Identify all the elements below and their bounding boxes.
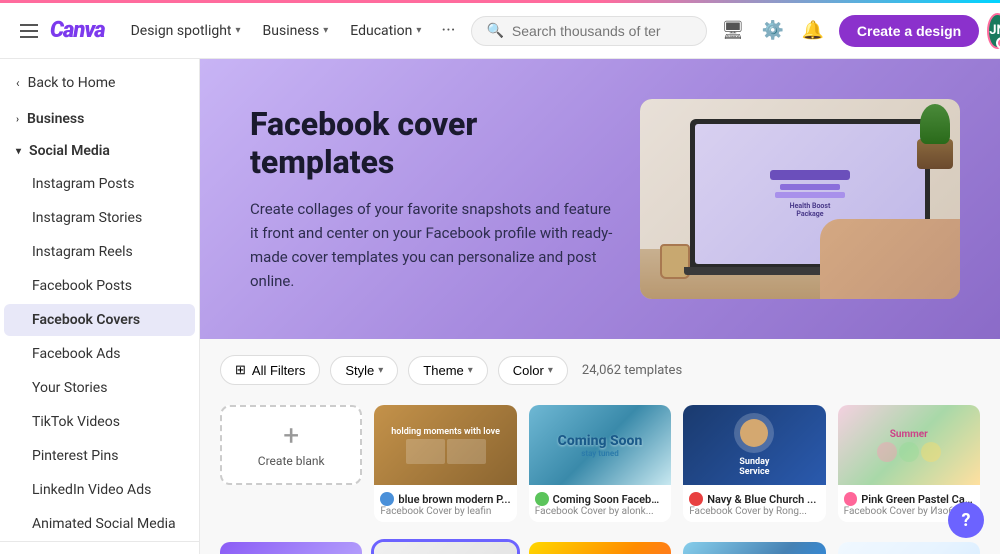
chevron-down-icon: ▾ [378,365,383,376]
sidebar-footer: 🗑 Trash [0,541,199,554]
provider-icon [535,492,549,506]
help-button[interactable]: ? [948,502,984,538]
nav-business[interactable]: Business ▾ [253,17,339,45]
sidebar-item-tiktok-videos[interactable]: TikTok Videos [4,406,195,438]
gear-icon-button[interactable]: ⚙️ [755,13,791,49]
sidebar-item-pinterest-pins[interactable]: Pinterest Pins [4,440,195,472]
template-card[interactable]: Hello Welcome - hello welcome to my page… [220,542,362,554]
monitor-icon-button[interactable]: 🖥 [715,13,751,49]
hamburger-menu[interactable] [16,20,42,42]
main-content: Facebook cover templates Create collages… [200,59,1000,554]
filter-bar: ⊞ All Filters Style ▾ Theme ▾ Color ▾ 24… [200,339,1000,393]
sidebar-item-your-stories[interactable]: Your Stories [4,372,195,404]
chevron-down-icon: ▾ [416,25,421,36]
sidebar-item-facebook-posts[interactable]: Facebook Posts [4,270,195,302]
template-count: 24,062 templates [582,363,682,378]
nav-more-button[interactable]: ··· [433,14,463,47]
template-card[interactable]: Coming Soon stay tuned Coming Soon Faceb… [529,405,671,522]
avatar[interactable]: JN [987,13,1000,49]
sidebar-item-social-media[interactable]: ▾ Social Media [0,135,199,167]
hero-description: Create collages of your favorite snapsho… [250,197,620,293]
hero-text: Facebook cover templates Create collages… [250,105,620,294]
nav-design-spotlight[interactable]: Design spotlight ▾ [121,17,251,45]
search-icon: 🔍 [486,23,503,39]
chevron-down-icon: ▾ [468,365,473,376]
template-card-selected[interactable]: Kam Chun Hui [374,542,516,554]
nav-education[interactable]: Education ▾ [340,17,431,45]
chevron-left-icon: ‹ [16,76,20,90]
canva-logo[interactable]: Canva [50,18,105,43]
chevron-down-icon: ▾ [16,146,21,157]
nav-icon-group: 🖥 ⚙️ 🔔 [715,13,831,49]
sidebar-item-instagram-stories[interactable]: Instagram Stories [4,202,195,234]
chevron-down-icon: ▾ [236,25,241,36]
color-filter-button[interactable]: Color ▾ [498,356,568,385]
chevron-down-icon: ▾ [323,25,328,36]
provider-icon [380,492,394,506]
sidebar-item-animated-social-media[interactable]: Animated Social Media [4,508,195,540]
bell-icon-button[interactable]: 🔔 [795,13,831,49]
search-bar[interactable]: 🔍 [471,16,706,46]
avatar-badge [996,37,1000,49]
template-grid-row1: + Create blank holding moments with love [200,393,1000,542]
chevron-down-icon: ▾ [548,365,553,376]
sidebar-item-facebook-covers[interactable]: Facebook Covers [4,304,195,336]
create-design-button[interactable]: Create a design [839,15,979,47]
nav-links: Design spotlight ▾ Business ▾ Education … [121,14,464,47]
sidebar-item-instagram-posts[interactable]: Instagram Posts [4,168,195,200]
sidebar: ‹ Back to Home › Business ▾ Social Media… [0,59,200,554]
provider-icon [844,492,858,506]
hero-section: Facebook cover templates Create collages… [200,59,1000,339]
chevron-right-icon: › [16,114,19,125]
sidebar-item-facebook-ads[interactable]: Facebook Ads [4,338,195,370]
template-card[interactable]: holding moments with love blue brown mod… [374,405,516,522]
hero-image: Health BoostPackage [640,99,960,299]
template-card[interactable]: SUMMER SALE UP TO 30% OFF [529,542,671,554]
template-card[interactable]: Welcome [838,542,980,554]
provider-icon [689,492,703,506]
template-grid-row2: Hello Welcome - hello welcome to my page… [200,542,1000,554]
theme-filter-button[interactable]: Theme ▾ [408,356,488,385]
sidebar-item-business[interactable]: › Business [0,103,199,135]
main-layout: ‹ Back to Home › Business ▾ Social Media… [0,59,1000,554]
plus-icon: + [283,422,299,450]
search-input[interactable] [512,23,692,39]
filter-icon: ⊞ [235,362,246,378]
all-filters-button[interactable]: ⊞ All Filters [220,355,320,385]
sidebar-item-instagram-reels[interactable]: Instagram Reels [4,236,195,268]
create-blank-card[interactable]: + Create blank [220,405,362,522]
top-navigation: Canva Design spotlight ▾ Business ▾ Educ… [0,3,1000,59]
hero-title: Facebook cover templates [250,105,620,182]
style-filter-button[interactable]: Style ▾ [330,356,398,385]
template-card[interactable]: Summer Vibe [683,542,825,554]
sidebar-item-trash[interactable]: 🗑 Trash [0,550,199,554]
sidebar-item-linkedin-video-ads[interactable]: LinkedIn Video Ads [4,474,195,506]
template-card[interactable]: SundayService Navy & Blue Church ... Fac… [683,405,825,522]
back-to-home[interactable]: ‹ Back to Home [0,67,199,99]
